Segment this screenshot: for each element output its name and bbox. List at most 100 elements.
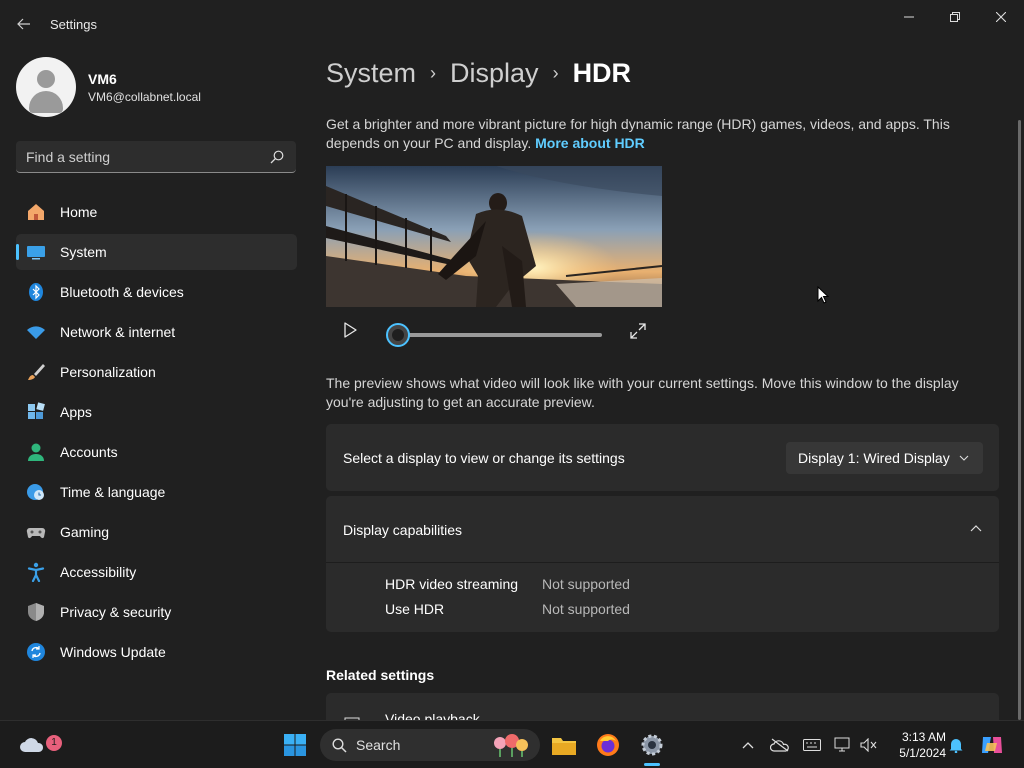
- mouse-cursor-icon: [817, 286, 829, 304]
- restore-button[interactable]: [932, 6, 978, 28]
- video-frame-image: [326, 166, 662, 307]
- sidebar-item-label: Apps: [60, 404, 92, 420]
- network-icon: [834, 737, 850, 752]
- breadcrumb: System › Display › HDR: [326, 58, 631, 89]
- search-box[interactable]: [16, 141, 296, 173]
- display-capabilities-card: Display capabilities HDR video streaming…: [326, 496, 999, 632]
- settings-app-button[interactable]: [636, 729, 668, 761]
- breadcrumb-display[interactable]: Display: [450, 58, 539, 89]
- sidebar-item-label: System: [60, 244, 107, 260]
- sidebar-item-system[interactable]: System: [16, 234, 297, 270]
- sidebar-item-network[interactable]: Network & internet: [16, 314, 297, 350]
- capability-name: Use HDR: [385, 601, 445, 617]
- play-icon[interactable]: [340, 320, 360, 340]
- video-seek-track[interactable]: [398, 333, 602, 337]
- title-bar: Settings: [0, 0, 1024, 48]
- sidebar-item-label: Accounts: [60, 444, 118, 460]
- breadcrumb-system[interactable]: System: [326, 58, 416, 89]
- sidebar-item-apps[interactable]: Apps: [16, 394, 297, 430]
- page-title: HDR: [572, 58, 632, 88]
- windows-logo-icon: [284, 734, 306, 756]
- chevron-right-icon: ›: [552, 63, 559, 83]
- display-select-card: Select a display to view or change its s…: [326, 424, 999, 491]
- folder-icon: [552, 738, 576, 755]
- sidebar-item-accounts[interactable]: Accounts: [16, 434, 297, 470]
- sidebar-item-label: Accessibility: [60, 564, 137, 580]
- search-input[interactable]: [26, 141, 266, 172]
- more-about-hdr-link[interactable]: More about HDR: [535, 135, 645, 151]
- keyboard-icon: [803, 739, 821, 751]
- copilot-button[interactable]: [976, 729, 1008, 761]
- app-title: Settings: [50, 17, 97, 32]
- active-app-indicator: [644, 763, 660, 766]
- close-button[interactable]: [978, 6, 1024, 28]
- display-select-label: Select a display to view or change its s…: [343, 450, 625, 466]
- firefox-icon: [597, 734, 619, 756]
- sidebar-item-label: Bluetooth & devices: [60, 284, 184, 300]
- person-icon: [26, 442, 46, 462]
- search-icon: [332, 738, 347, 753]
- sidebar-nav: Home System Bluetooth & devices Network …: [16, 194, 297, 674]
- close-icon: [996, 12, 1006, 22]
- globe-clock-icon: [26, 482, 46, 502]
- clock-time: 3:13 AM: [901, 730, 946, 744]
- sidebar-item-privacy[interactable]: Privacy & security: [16, 594, 297, 630]
- fullscreen-icon[interactable]: [629, 322, 647, 340]
- sidebar-item-label: Time & language: [60, 484, 166, 500]
- start-button[interactable]: [279, 729, 311, 761]
- arrow-left-icon: [17, 18, 30, 30]
- avatar-head: [37, 70, 55, 88]
- system-clock[interactable]: 3:13 AM 5/1/2024: [888, 729, 946, 761]
- display-dropdown-value: Display 1: Wired Display: [798, 450, 950, 466]
- sidebar-item-label: Privacy & security: [60, 604, 172, 620]
- capability-value: Not supported: [542, 576, 630, 592]
- sidebar-item-time-language[interactable]: Time & language: [16, 474, 297, 510]
- display-capabilities-title: Display capabilities: [343, 522, 463, 538]
- weather-widget[interactable]: 1: [16, 729, 62, 761]
- firefox-button[interactable]: [592, 729, 624, 761]
- sidebar-item-gaming[interactable]: Gaming: [16, 514, 297, 550]
- scrollbar[interactable]: [1018, 120, 1021, 720]
- clock-date: 5/1/2024: [899, 746, 946, 760]
- hdr-description: Get a brighter and more vibrant picture …: [326, 115, 966, 152]
- avatar-body: [29, 91, 63, 113]
- sidebar-item-bluetooth[interactable]: Bluetooth & devices: [16, 274, 297, 310]
- onedrive-button[interactable]: [764, 729, 796, 761]
- update-icon: [26, 642, 46, 662]
- keyboard-button[interactable]: [796, 729, 828, 761]
- show-hidden-icons-button[interactable]: [732, 729, 764, 761]
- capability-name: HDR video streaming: [385, 576, 519, 592]
- sidebar-item-accessibility[interactable]: Accessibility: [16, 554, 297, 590]
- cloud-off-icon: [770, 738, 789, 752]
- apps-icon: [26, 402, 46, 422]
- user-profile[interactable]: VM6 VM6@collabnet.local: [16, 56, 201, 118]
- minimize-button[interactable]: [886, 6, 932, 28]
- chevron-up-icon[interactable]: [970, 523, 982, 535]
- search-icon[interactable]: [270, 150, 284, 164]
- sidebar-item-label: Windows Update: [60, 644, 166, 660]
- display-dropdown[interactable]: Display 1: Wired Display: [786, 442, 983, 474]
- sidebar-item-home[interactable]: Home: [16, 194, 297, 230]
- capability-value: Not supported: [542, 601, 630, 617]
- gear-icon: [641, 734, 663, 756]
- related-settings-heading: Related settings: [326, 667, 435, 683]
- preview-note: The preview shows what video will look l…: [326, 375, 959, 410]
- sidebar-item-label: Network & internet: [60, 324, 176, 340]
- brush-icon: [26, 362, 46, 382]
- sidebar-item-windows-update[interactable]: Windows Update: [16, 634, 297, 670]
- sidebar-item-personalization[interactable]: Personalization: [16, 354, 297, 390]
- chevron-down-icon: [959, 455, 969, 461]
- volume-button[interactable]: [853, 729, 885, 761]
- file-explorer-button[interactable]: [548, 729, 580, 761]
- taskbar-search-label: Search: [356, 737, 401, 753]
- bell-icon: [949, 739, 963, 753]
- accessibility-icon: [26, 562, 46, 582]
- volume-muted-icon: [860, 738, 877, 752]
- video-seek-thumb[interactable]: [386, 323, 410, 347]
- notifications-button[interactable]: [940, 729, 972, 761]
- taskbar-search[interactable]: Search: [320, 729, 540, 761]
- back-button[interactable]: [12, 12, 36, 36]
- sidebar-item-label: Home: [60, 204, 98, 220]
- display-capabilities-header[interactable]: Display capabilities: [326, 496, 999, 563]
- gamepad-icon: [26, 522, 46, 542]
